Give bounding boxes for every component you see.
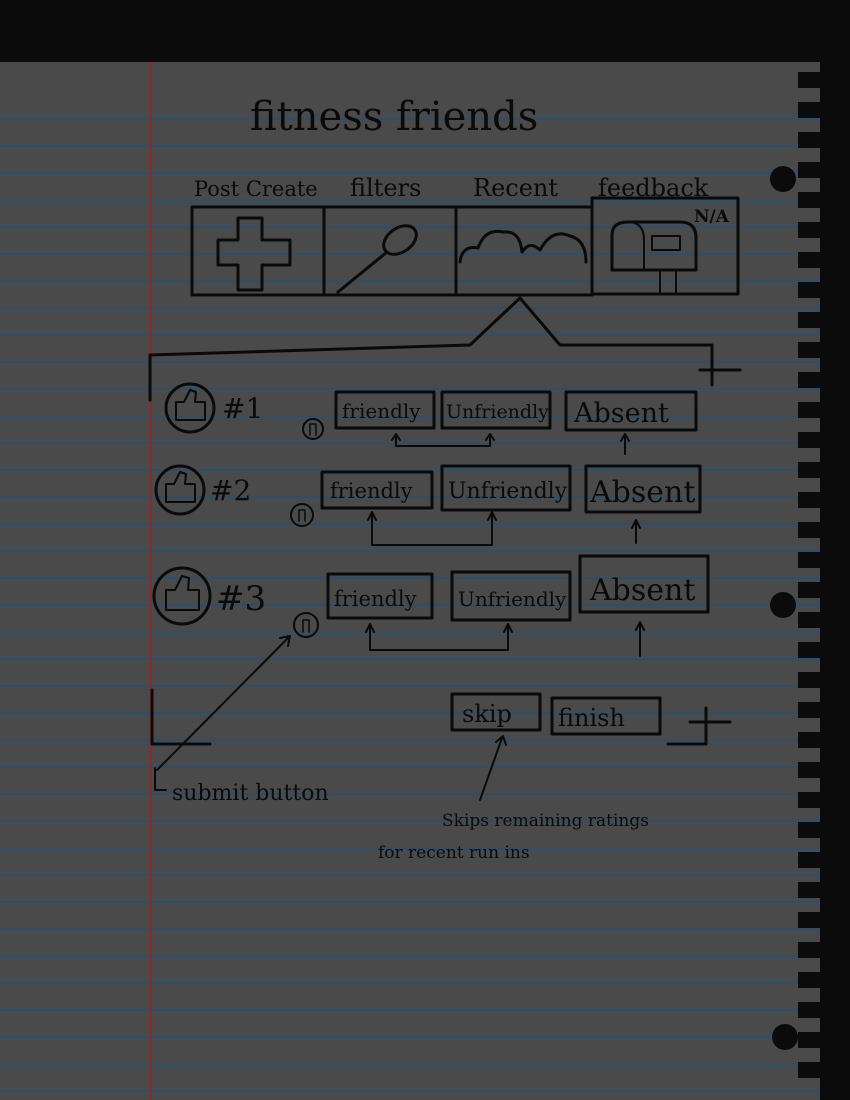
- absent-label: Absent: [573, 398, 669, 429]
- magnifier-icon: [336, 224, 418, 294]
- submit-annotation: submit button: [172, 781, 329, 806]
- mailbox-icon: [610, 220, 698, 293]
- tab-recent[interactable]: [454, 205, 594, 297]
- unfriendly-label: Unfriendly: [458, 587, 567, 611]
- absent-button[interactable]: Absent: [578, 554, 710, 614]
- submit-icon[interactable]: [293, 612, 319, 638]
- tab-post-create-label: Post Create: [194, 177, 318, 201]
- toggle-arrows: [365, 621, 645, 657]
- skip-label: skip: [462, 700, 512, 728]
- absent-label: Absent: [589, 573, 695, 608]
- app-title: fitness friends: [250, 94, 538, 140]
- rating-number: #1: [222, 392, 263, 425]
- friendly-button[interactable]: friendly: [334, 390, 436, 430]
- recent-expansion-brace: [148, 296, 742, 402]
- absent-button[interactable]: Absent: [564, 390, 698, 432]
- skip-annotation-line1: Skips remaining ratings: [442, 811, 649, 831]
- tab-recent-label: Recent: [473, 174, 558, 202]
- unfriendly-button[interactable]: Unfriendly: [440, 390, 552, 430]
- rating-number: #3: [216, 579, 266, 619]
- submit-icon[interactable]: [302, 418, 324, 440]
- unfriendly-button[interactable]: Unfriendly: [440, 464, 572, 512]
- skip-pointer-arrow: [479, 735, 507, 801]
- absent-label: Absent: [589, 475, 695, 510]
- unfriendly-label: Unfriendly: [448, 479, 568, 504]
- unfriendly-button[interactable]: Unfriendly: [450, 570, 572, 622]
- finish-label: finish: [558, 704, 625, 732]
- cloud-icon: [458, 229, 588, 264]
- feedback-badge: N/A: [694, 207, 730, 227]
- rating-number: #2: [210, 474, 251, 507]
- absent-button[interactable]: Absent: [584, 464, 702, 514]
- thumbs-up-icon: [152, 566, 212, 626]
- tab-feedback[interactable]: N/A: [590, 196, 740, 296]
- toggle-arrows: [391, 433, 630, 455]
- thumbs-up-icon: [164, 382, 216, 434]
- skip-button[interactable]: skip: [450, 692, 542, 732]
- unfriendly-label: Unfriendly: [446, 401, 549, 423]
- wireframe-sketch: fitness friends Post Create filters Rece…: [148, 94, 742, 863]
- toggle-arrows: [367, 511, 641, 546]
- rating-row: #3 friendly Unfriendly Absent: [152, 554, 710, 657]
- friendly-label: friendly: [342, 399, 421, 423]
- plus-icon: [216, 216, 292, 292]
- friendly-label: friendly: [334, 587, 417, 611]
- submit-icon[interactable]: [290, 503, 314, 527]
- friendly-button[interactable]: friendly: [326, 572, 434, 620]
- submit-pointer-arrow: [154, 635, 291, 791]
- tab-filters-label: filters: [350, 174, 421, 202]
- friendly-label: friendly: [330, 479, 413, 503]
- thumbs-up-icon: [154, 464, 206, 516]
- tab-post-create[interactable]: [190, 205, 326, 297]
- rating-row: #2 friendly Unfriendly Absent: [154, 464, 702, 546]
- tab-filters[interactable]: [322, 205, 458, 297]
- friendly-button[interactable]: friendly: [320, 470, 434, 510]
- rating-row: #1 friendly Unfriendly Absent: [164, 382, 698, 455]
- finish-button[interactable]: finish: [550, 696, 662, 736]
- skip-annotation-line2: for recent run ins: [378, 843, 530, 863]
